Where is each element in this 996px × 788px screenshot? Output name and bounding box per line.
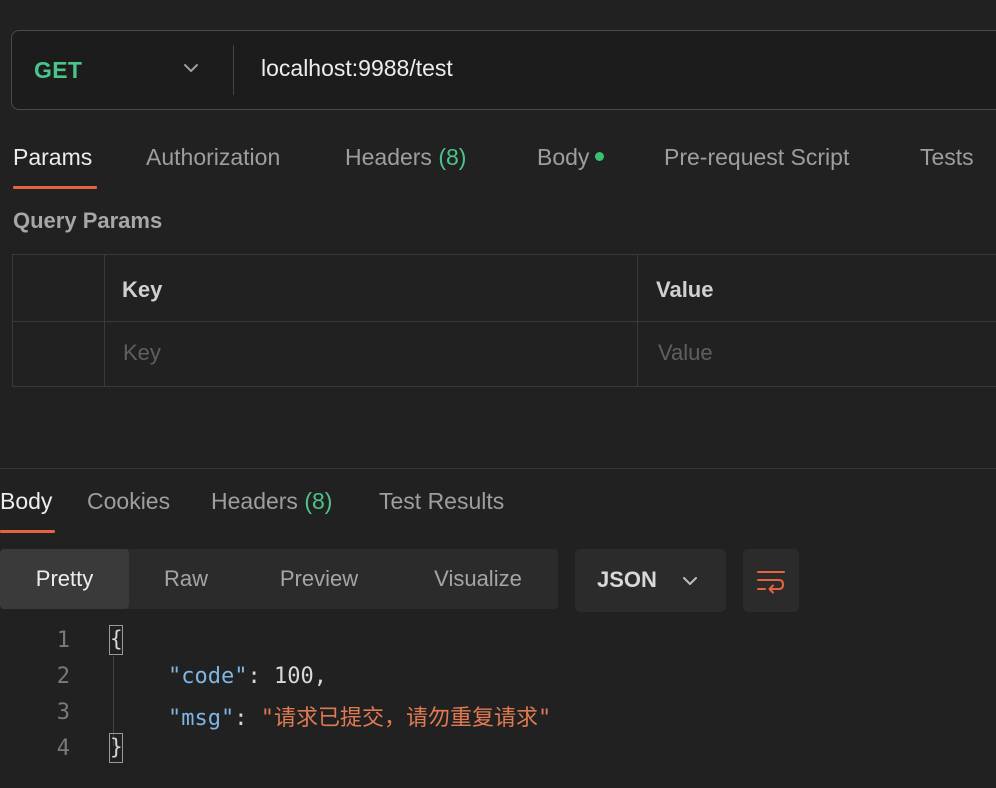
line-number: 2 [56, 664, 70, 689]
json-colon: : [234, 706, 261, 731]
tab-test-results[interactable]: Test Results [379, 488, 504, 515]
code-line-3: "msg": "请求已提交，请勿重复请求" [168, 700, 551, 732]
tab-pre-request-script[interactable]: Pre-request Script [664, 144, 849, 171]
key-input[interactable]: Key [123, 340, 161, 366]
value-input[interactable]: Value [658, 340, 713, 366]
url-input[interactable]: localhost:9988/test [261, 55, 453, 82]
preview-button[interactable]: Preview [258, 549, 380, 609]
close-brace: } [110, 735, 123, 759]
tab-body-label: Body [537, 144, 590, 170]
open-brace: { [110, 627, 123, 651]
format-select-value: JSON [597, 567, 657, 592]
request-tabs: Params Authorization Headers (8) Body Pr… [0, 140, 996, 192]
line-number: 4 [56, 736, 70, 761]
format-select[interactable]: JSON [575, 549, 726, 612]
headers-count: (8) [438, 144, 467, 170]
response-headers-count: (8) [304, 488, 333, 514]
response-body-viewer[interactable]: 1 2 3 4 { "code": 100, "msg": "请求已提交，请勿重… [0, 620, 996, 780]
wrap-lines-button[interactable] [743, 549, 799, 612]
json-key-msg: "msg" [168, 706, 235, 731]
query-params-table: Key Value Key Value [12, 254, 996, 387]
code-line-2: "code": 100, [168, 664, 327, 689]
json-value-msg: "请求已提交，请勿重复请求" [260, 706, 552, 731]
json-colon: : [247, 664, 274, 689]
pretty-button[interactable]: Pretty [0, 549, 129, 609]
wrap-lines-icon [757, 571, 785, 594]
tab-authorization[interactable]: Authorization [146, 144, 280, 171]
format-toggle-group: Pretty Raw Preview Visualize [0, 549, 558, 609]
json-value-code: 100 [273, 664, 314, 689]
chevron-down-icon[interactable] [180, 57, 202, 79]
postman-window: GET localhost:9988/test Params Authoriza… [0, 0, 996, 788]
tab-headers[interactable]: Headers (8) [345, 144, 466, 171]
column-header-value: Value [656, 277, 714, 302]
line-number: 3 [56, 700, 70, 725]
json-key-code: "code" [168, 664, 248, 689]
visualize-button[interactable]: Visualize [405, 549, 551, 609]
raw-button[interactable]: Raw [140, 549, 232, 609]
green-dot-icon [595, 152, 605, 162]
column-header-key: Key [122, 277, 163, 302]
line-number: 1 [56, 628, 70, 653]
response-divider[interactable] [0, 468, 996, 469]
url-divider [233, 45, 234, 95]
table-divider [13, 321, 996, 322]
active-tab-indicator [13, 186, 97, 189]
method-select[interactable]: GET [34, 57, 82, 84]
request-url-bar: GET localhost:9988/test [11, 30, 996, 110]
tab-response-headers-label: Headers [211, 488, 298, 514]
tab-headers-label: Headers [345, 144, 432, 170]
tab-params[interactable]: Params [13, 144, 92, 171]
query-params-title: Query Params [13, 208, 163, 233]
tab-body[interactable]: Body [537, 144, 605, 171]
tab-response-body[interactable]: Body [0, 488, 52, 515]
tab-response-headers[interactable]: Headers (8) [211, 488, 332, 515]
tab-cookies[interactable]: Cookies [87, 488, 170, 515]
json-comma: , [313, 664, 327, 689]
active-tab-indicator [0, 530, 55, 533]
chevron-down-icon [683, 577, 697, 585]
tab-tests[interactable]: Tests [920, 144, 974, 171]
